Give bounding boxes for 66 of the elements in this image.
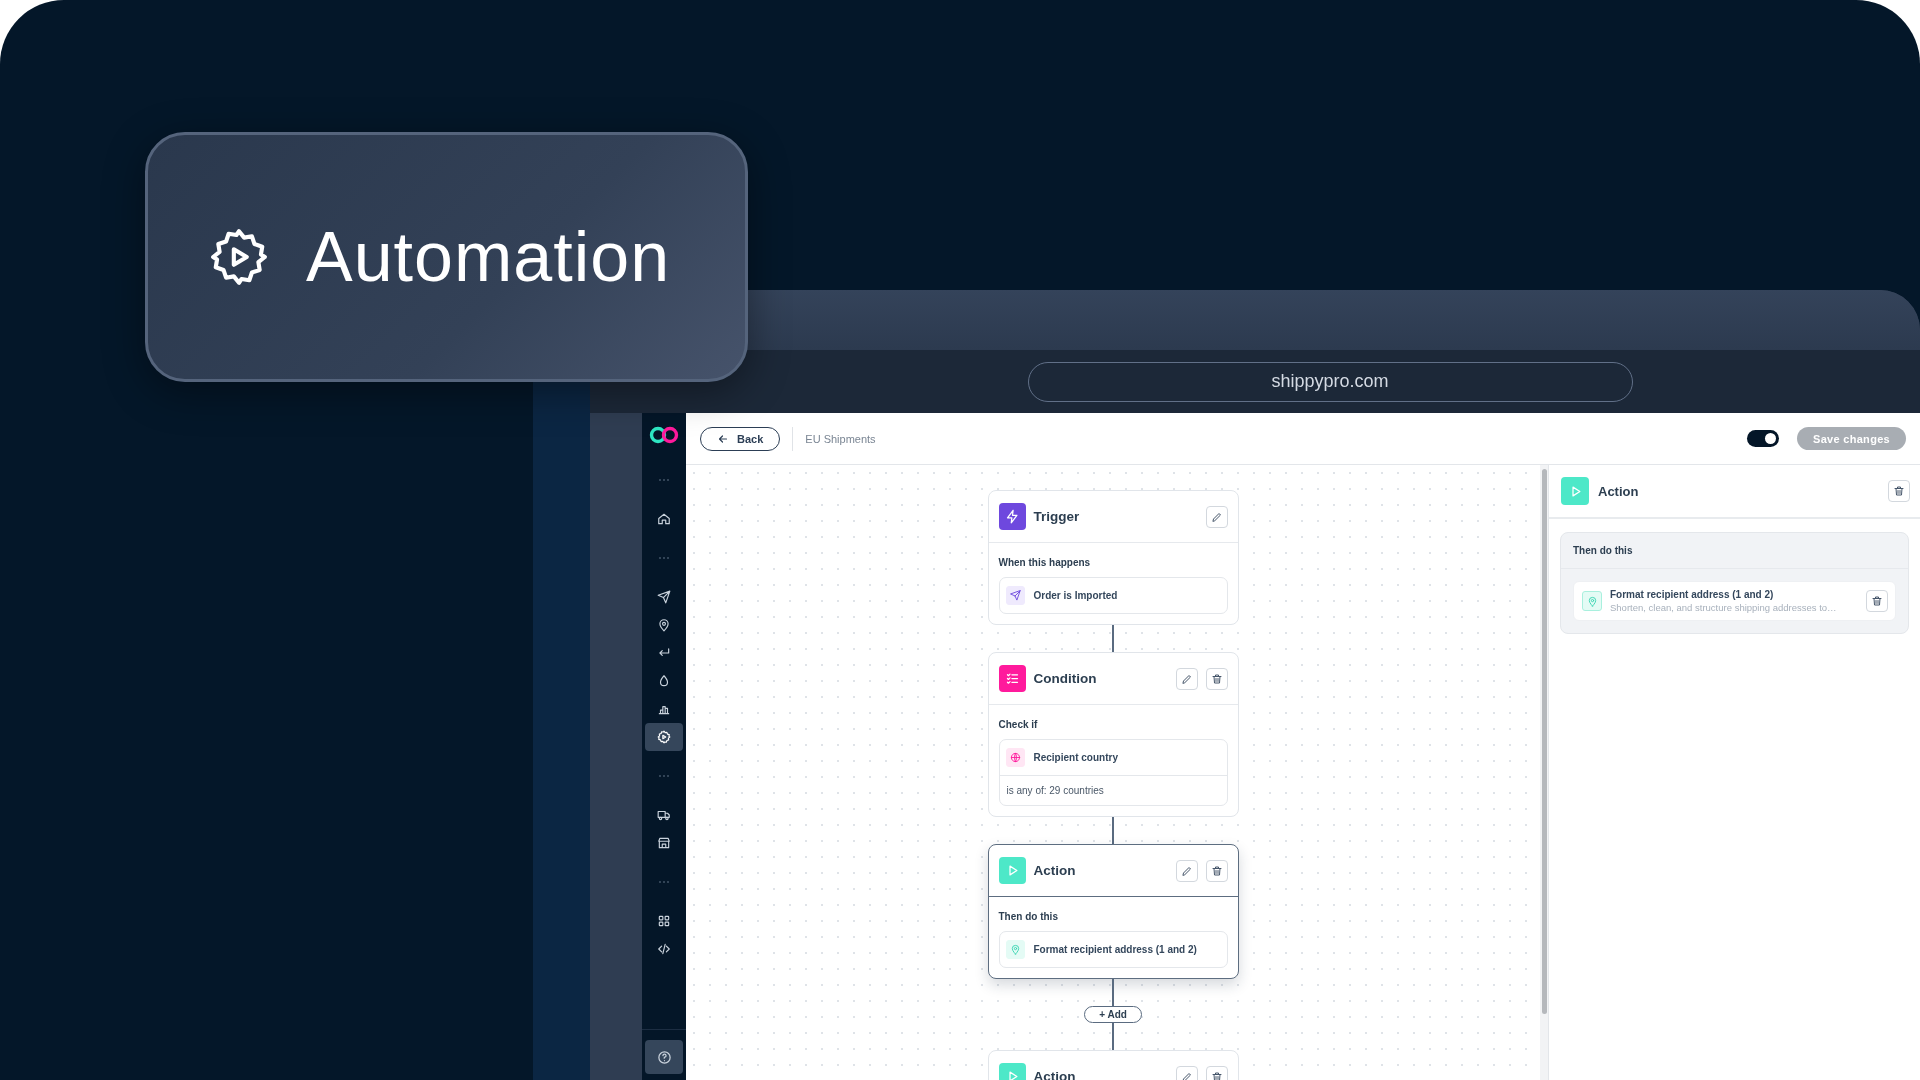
step-card[interactable]: Condition Check if Recipient country is any of: 29 countries: [987, 652, 1239, 817]
pencil-icon: [1180, 1070, 1193, 1080]
delete-button[interactable]: [1205, 859, 1228, 882]
gear-play-icon: [208, 226, 270, 288]
item-label: Recipient country: [1033, 752, 1118, 763]
item-label: Format recipient address (1 and 2): [1033, 944, 1197, 955]
step-card[interactable]: Action Then do this Format recipient address (1 and 2): [987, 844, 1239, 979]
section-label: Check if: [998, 719, 1039, 730]
step-item[interactable]: Format recipient address (1 and 2): [998, 931, 1228, 968]
badge-title: Automation: [306, 217, 671, 297]
separator-dots-icon: [659, 557, 669, 559]
item-description: Shorten, clean, and structure shipping addresses to…: [1610, 602, 1838, 613]
trash-icon: [1210, 864, 1223, 877]
separator-dots-icon: [659, 479, 669, 481]
toggle-switch[interactable]: [1747, 430, 1779, 447]
logo-icon[interactable]: [649, 426, 679, 444]
section-label: When this happens: [998, 557, 1092, 568]
nav-button[interactable]: [645, 723, 683, 751]
help-button[interactable]: [645, 1040, 683, 1074]
step-item[interactable]: Order is Imported: [998, 577, 1228, 614]
item-detail: is any of: 29 countries: [999, 775, 1227, 805]
step-title: Condition: [1033, 671, 1098, 686]
item-title: Format recipient address (1 and 2): [1610, 589, 1775, 600]
back-button[interactable]: Back: [700, 426, 781, 451]
help-icon: [656, 1049, 672, 1065]
store-icon: [657, 836, 671, 850]
separator-dots-icon: [659, 775, 669, 777]
trash-icon: [1210, 672, 1223, 685]
breadcrumb[interactable]: EU Shipments: [805, 432, 876, 445]
home-icon: [657, 512, 671, 526]
step-title: Action: [1033, 863, 1077, 878]
grid-icon: [657, 914, 671, 928]
location-pin-icon: [1009, 944, 1021, 955]
add-step-button[interactable]: + Add: [1084, 1006, 1142, 1023]
truck-icon: [657, 808, 671, 822]
paper-plane-icon: [1009, 590, 1021, 601]
delete-button[interactable]: [1205, 1065, 1228, 1080]
gear-play-icon: [657, 730, 671, 744]
delete-button[interactable]: [1866, 590, 1888, 612]
pencil-icon: [1210, 510, 1223, 523]
paper-plane-icon: [657, 590, 671, 604]
drop-icon: [657, 674, 671, 688]
step-item[interactable]: Recipient country is any of: 29 countries: [998, 739, 1228, 806]
globe-icon: [1009, 752, 1021, 763]
trash-icon: [1210, 1070, 1223, 1080]
arrow-left-icon: [717, 432, 729, 445]
location-pin-icon: [1586, 595, 1598, 607]
panel-title: Action: [1598, 483, 1640, 499]
delete-button[interactable]: [1205, 667, 1228, 690]
checklist-icon: [1004, 671, 1020, 686]
section-label: Then do this: [1561, 533, 1908, 569]
step-card[interactable]: Trigger When this happens Order is Imported: [987, 490, 1239, 625]
step-title: Trigger: [1033, 509, 1081, 524]
scrollbar[interactable]: [1541, 469, 1547, 1014]
lightning-icon: [1004, 509, 1020, 524]
separator-dots-icon: [659, 881, 669, 883]
section-label: Then do this: [998, 911, 1059, 922]
code-icon: [657, 942, 671, 956]
trash-icon: [1893, 485, 1905, 497]
action-item[interactable]: Format recipient address (1 and 2) Shorten, clean, and structure shipping addresses to…: [1573, 581, 1896, 621]
pencil-icon: [1180, 864, 1193, 877]
pencil-icon: [1180, 672, 1193, 685]
trash-icon: [1871, 595, 1883, 607]
location-pin-icon: [657, 618, 671, 632]
item-label: Order is Imported: [1033, 590, 1118, 601]
delete-button[interactable]: [1888, 480, 1910, 502]
